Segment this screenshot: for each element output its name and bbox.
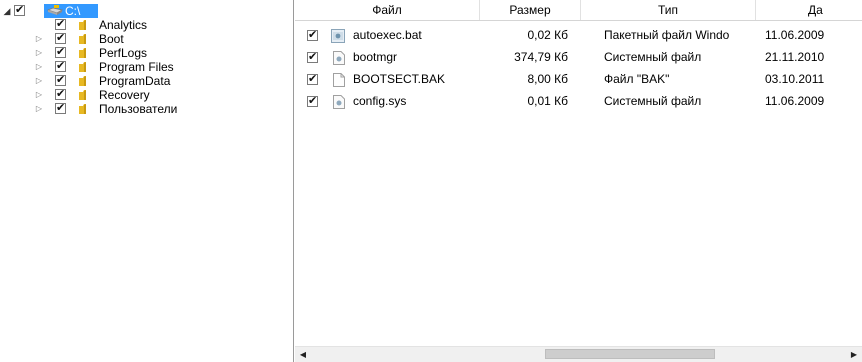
file-name: BOOTSECT.BAK [353,72,446,86]
file-type: Системный файл [604,94,702,108]
tree-item-checkbox[interactable] [55,17,66,31]
tree-item-label: PerfLogs [99,46,148,60]
tree-item-checkbox[interactable] [55,45,66,59]
file-checkbox[interactable] [307,94,318,108]
column-header-size[interactable]: Размер [480,0,581,20]
expand-arrow-icon[interactable]: ▷ [34,88,44,102]
tree-item-program-files[interactable]: ▷ Program Files [0,59,294,74]
system-file-icon [333,94,347,109]
file-size: 8,00 Кб [527,72,568,86]
scroll-right-arrow-icon[interactable]: ▶ [846,347,862,362]
folder-icon [78,61,92,73]
tree-root-label: C:\ [65,4,81,18]
tree-item-analytics[interactable]: Analytics [0,17,294,32]
tree-item-checkbox[interactable] [55,87,66,101]
file-size: 0,01 Кб [527,94,568,108]
file-list-pane: Файл Размер Тип Да autoexec.bat 0,02 Кб … [295,0,862,362]
file-selection-window: ◢ C:\ Analytics [0,0,862,362]
folder-icon [78,75,92,87]
folder-icon [78,33,92,45]
blank-file-icon [333,72,347,87]
file-list-header: Файл Размер Тип Да [295,0,862,21]
tree-root-checkbox[interactable] [14,3,25,17]
collapse-arrow-icon[interactable]: ◢ [2,4,12,18]
tree-item-checkbox[interactable] [55,73,66,87]
file-checkbox[interactable] [307,28,318,42]
file-row[interactable]: bootmgr 374,79 Кб Системный файл 21.11.2… [295,46,862,68]
batch-file-icon [331,28,345,43]
folder-icon [78,47,92,59]
file-name: config.sys [353,94,407,108]
tree-item-label: Пользователи [99,102,178,116]
file-size: 374,79 Кб [514,50,568,64]
tree-item-label: Program Files [99,60,174,74]
expand-arrow-icon[interactable]: ▷ [34,32,44,46]
tree-item-boot[interactable]: ▷ Boot [0,31,294,46]
tree-root-selection[interactable]: C:\ [44,4,98,18]
column-header-date[interactable]: Да [756,0,862,20]
file-date: 21.11.2010 [765,50,825,64]
expand-arrow-icon[interactable]: ▷ [34,60,44,74]
expand-arrow-icon[interactable]: ▷ [34,102,44,116]
column-header-type[interactable]: Тип [581,0,756,20]
file-date: 11.06.2009 [765,94,825,108]
drive-icon [47,5,63,17]
file-checkbox[interactable] [307,50,318,64]
expand-arrow-icon[interactable]: ▷ [34,46,44,60]
folder-tree-pane[interactable]: ◢ C:\ Analytics [0,0,294,362]
file-type: Файл "BAK" [604,72,670,86]
file-row[interactable]: BOOTSECT.BAK 8,00 Кб Файл "BAK" 03.10.20… [295,68,862,90]
scrollbar-thumb[interactable] [545,349,715,359]
folder-icon [78,89,92,101]
folder-icon [78,19,92,31]
tree-item-users[interactable]: ▷ Пользователи [0,101,294,116]
file-size: 0,02 Кб [527,28,568,42]
folder-icon [78,103,92,115]
tree-item-recovery[interactable]: ▷ Recovery [0,87,294,102]
file-name: bootmgr [353,50,398,64]
file-row[interactable]: config.sys 0,01 Кб Системный файл 11.06.… [295,90,862,112]
tree-item-perflogs[interactable]: ▷ PerfLogs [0,45,294,60]
tree-item-label: ProgramData [99,74,171,88]
system-file-icon [333,50,347,65]
tree-item-programdata[interactable]: ▷ ProgramData [0,73,294,88]
expand-arrow-icon[interactable]: ▷ [34,74,44,88]
tree-node-root[interactable]: ◢ C:\ [0,3,294,18]
tree-item-checkbox[interactable] [55,59,66,73]
tree-item-label: Recovery [99,88,150,102]
file-date: 03.10.2011 [765,72,825,86]
file-checkbox[interactable] [307,72,318,86]
file-row[interactable]: autoexec.bat 0,02 Кб Пакетный файл Windo… [295,24,862,46]
file-type: Пакетный файл Windo [604,28,730,42]
horizontal-scrollbar[interactable]: ◀ ▶ [295,346,862,362]
column-header-file[interactable]: Файл [295,0,480,20]
tree-item-label: Analytics [99,18,148,32]
tree-item-checkbox[interactable] [55,101,66,115]
tree-item-label: Boot [99,32,124,46]
file-date: 11.06.2009 [765,28,825,42]
file-name: autoexec.bat [353,28,422,42]
tree-item-checkbox[interactable] [55,31,66,45]
scroll-left-arrow-icon[interactable]: ◀ [295,347,311,362]
file-type: Системный файл [604,50,702,64]
